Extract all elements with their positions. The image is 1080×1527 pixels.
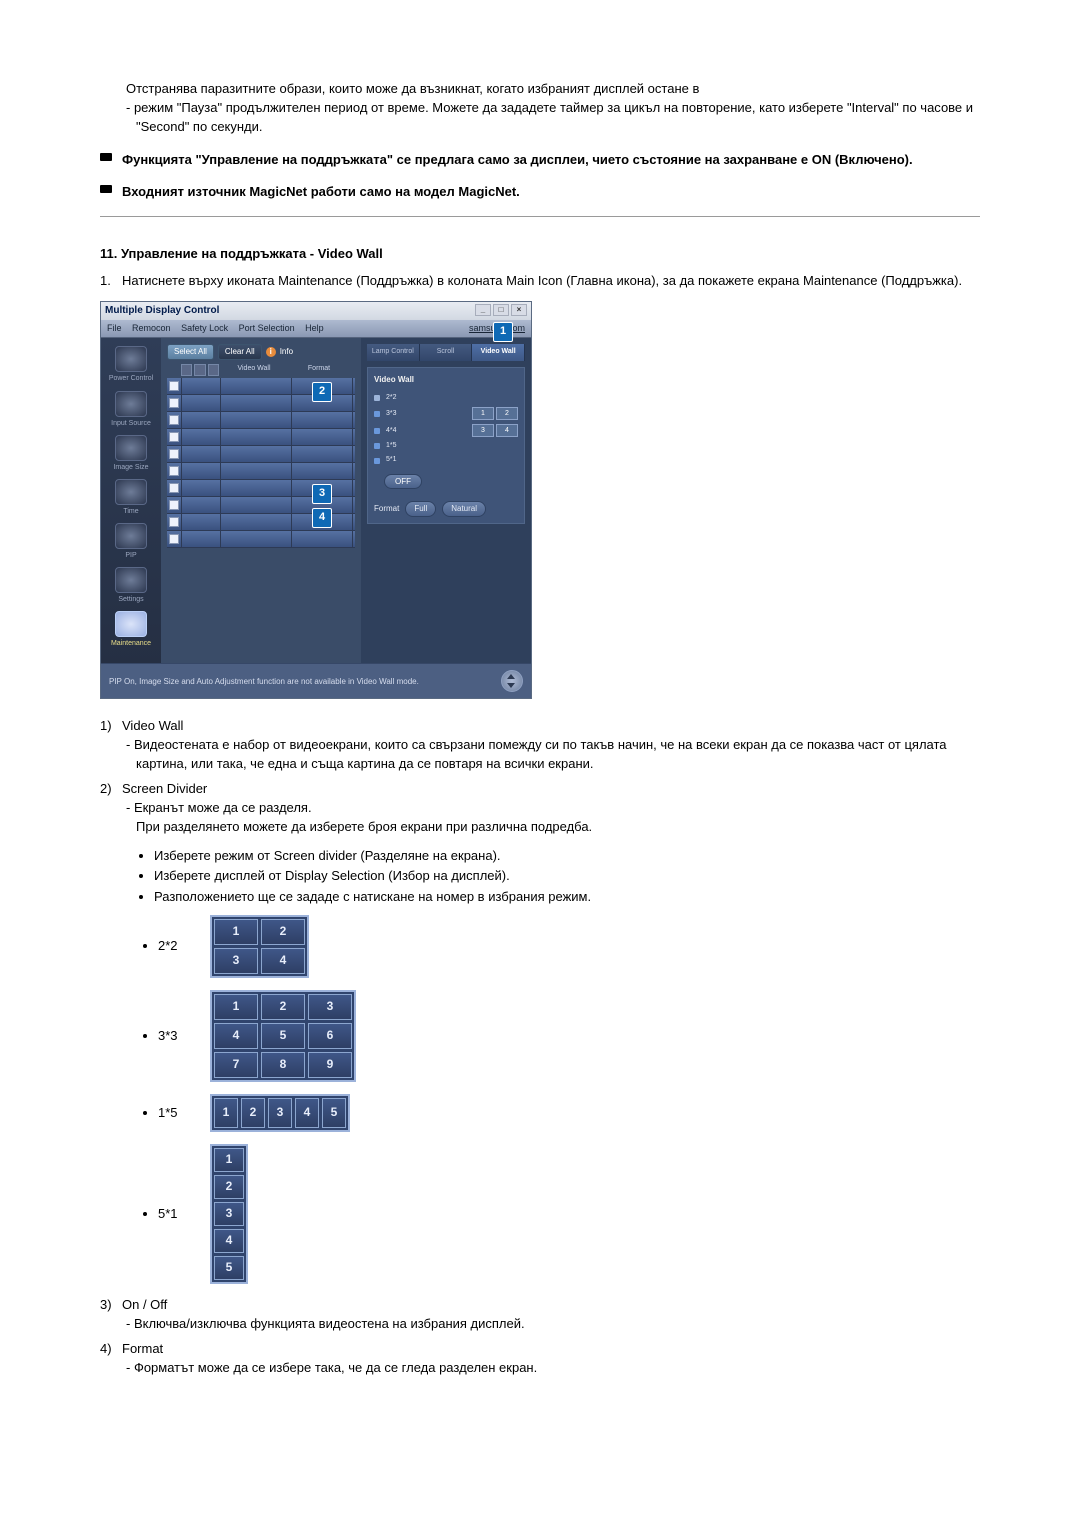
intro-line-2: - режим "Пауза" продължителен период от …: [126, 99, 980, 137]
menu-safety-lock[interactable]: Safety Lock: [181, 323, 228, 333]
step-1: 1. Натиснете върху иконата Maintenance (…: [100, 272, 980, 291]
maximize-icon[interactable]: □: [493, 304, 509, 316]
mdc-screenshot: Multiple Display Control _ □ × File Remo…: [100, 301, 532, 700]
grid-2x2: 12 34: [210, 915, 309, 978]
pip-icon: [115, 523, 147, 549]
list-item[interactable]: [167, 412, 355, 429]
divider: [100, 216, 980, 217]
info-label: Info: [280, 346, 293, 358]
select-all-button[interactable]: Select All: [167, 344, 214, 360]
mode-3x3[interactable]: 3*3 12: [374, 407, 518, 420]
right-tabs: Lamp Control Scroll Video Wall 1: [367, 344, 525, 360]
grid-5x1: 1 2 3 4 5: [210, 1144, 248, 1284]
grid-3x3: 123 456 789: [210, 990, 356, 1082]
format-full-button[interactable]: Full: [405, 501, 436, 517]
sidebar-item-time[interactable]: Time: [108, 479, 154, 517]
bullet-choose-mode: Изберете режим от Screen divider (Раздел…: [154, 847, 980, 866]
right-pane: Lamp Control Scroll Video Wall 1 2 3 4 V…: [361, 338, 531, 663]
desc-3-on-off: 3) On / Off - Включва/изключва функцията…: [100, 1296, 980, 1334]
mode-4x4[interactable]: 4*4 34: [374, 424, 518, 437]
mode-1x5[interactable]: 1*5: [374, 441, 518, 451]
statusbar: PIP On, Image Size and Auto Adjustment f…: [101, 663, 531, 698]
clear-all-button[interactable]: Clear All: [218, 344, 262, 360]
intro-paragraph: Отстранява паразитните образи, които мож…: [126, 80, 980, 137]
list-item[interactable]: [167, 446, 355, 463]
image-size-icon: [115, 435, 147, 461]
layout-3x3: 3*3 123 456 789: [158, 990, 980, 1082]
layout-5x1: 5*1 1 2 3 4 5: [158, 1144, 980, 1284]
window-title: Multiple Display Control: [105, 304, 219, 319]
window-controls: _ □ ×: [475, 304, 527, 319]
format-label: Format: [374, 503, 399, 515]
list-item[interactable]: [167, 531, 355, 548]
mode-2x2[interactable]: 2*2: [374, 393, 518, 403]
note-maintenance-power: Функцията "Управление на поддръжката" се…: [100, 151, 980, 170]
menubar: File Remocon Safety Lock Port Selection …: [101, 320, 531, 338]
settings-icon: [115, 567, 147, 593]
annotation-1: 1: [493, 322, 513, 342]
layout-2x2: 2*2 12 34: [158, 915, 980, 978]
col-video-wall: Video Wall: [219, 364, 289, 376]
desc-1-video-wall: 1) Video Wall - Видеостената е набор от …: [100, 717, 980, 774]
sidebar-item-input[interactable]: Input Source: [108, 391, 154, 429]
note-marker-icon: [100, 185, 112, 193]
mode-preview-grid: 12: [472, 407, 518, 420]
note-magicnet: Входният източник MagicNet работи само н…: [100, 183, 980, 202]
off-button[interactable]: OFF: [384, 474, 422, 490]
annotation-3: 3: [312, 484, 332, 504]
scroll-icon[interactable]: [501, 670, 523, 692]
sidebar-item-maintenance[interactable]: Maintenance: [108, 611, 154, 649]
tab-video-wall[interactable]: Video Wall: [472, 344, 525, 360]
sidebar-item-pip[interactable]: PIP: [108, 523, 154, 561]
video-wall-panel: 2 3 4 Video Wall 2*2 3*3 12 4*4 34 1*5 5…: [367, 367, 525, 524]
sidebar: Power Control Input Source Image Size Ti…: [101, 338, 161, 663]
format-natural-button[interactable]: Natural: [442, 501, 486, 517]
maintenance-icon: [115, 611, 147, 637]
power-icon: [115, 346, 147, 372]
note-marker-icon: [100, 153, 112, 161]
bullet-choose-display: Изберете дисплей от Display Selection (И…: [154, 867, 980, 886]
menu-help[interactable]: Help: [305, 323, 324, 333]
sidebar-item-image-size[interactable]: Image Size: [108, 435, 154, 473]
list-item[interactable]: [167, 463, 355, 480]
sidebar-item-settings[interactable]: Settings: [108, 567, 154, 605]
list-item[interactable]: [167, 429, 355, 446]
time-icon: [115, 479, 147, 505]
menu-port-selection[interactable]: Port Selection: [239, 323, 295, 333]
close-icon[interactable]: ×: [511, 304, 527, 316]
display-list: [161, 378, 361, 554]
window-titlebar: Multiple Display Control _ □ ×: [101, 302, 531, 321]
annotation-4: 4: [312, 508, 332, 528]
panel-title: Video Wall: [374, 374, 518, 386]
intro-line-1: Отстранява паразитните образи, които мож…: [126, 80, 980, 99]
menu-file[interactable]: File: [107, 323, 122, 333]
annotation-2: 2: [312, 382, 332, 402]
mode-5x1[interactable]: 5*1: [374, 455, 518, 465]
mode-preview-grid: 34: [472, 424, 518, 437]
input-icon: [115, 391, 147, 417]
desc-2-screen-divider: 2) Screen Divider - Екранът може да се р…: [100, 780, 980, 1284]
tab-lamp-control[interactable]: Lamp Control: [367, 344, 420, 360]
tab-scroll[interactable]: Scroll: [420, 344, 473, 360]
minimize-icon[interactable]: _: [475, 304, 491, 316]
desc-4-format: 4) Format - Форматът може да се избере т…: [100, 1340, 980, 1378]
sidebar-item-power[interactable]: Power Control: [108, 346, 154, 384]
col-format: Format: [289, 364, 349, 376]
section-title: 11. Управление на поддръжката - Video Wa…: [100, 245, 980, 264]
grid-1x5: 1 2 3 4 5: [210, 1094, 350, 1132]
info-icon[interactable]: i: [266, 347, 276, 357]
menu-remocon[interactable]: Remocon: [132, 323, 171, 333]
layout-1x5: 1*5 1 2 3 4 5: [158, 1094, 980, 1132]
statusbar-text: PIP On, Image Size and Auto Adjustment f…: [109, 676, 419, 688]
bullet-placement: Разположението ще се зададе с натискане …: [154, 888, 980, 907]
